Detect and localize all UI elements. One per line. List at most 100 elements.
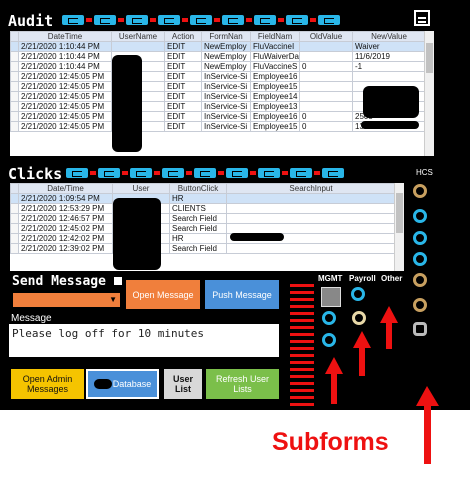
table-row[interactable]: 2/21/2020 1:10:44 PM EDIT NewEmploy FluWaiv… <box>10 51 426 62</box>
table-cell[interactable]: InService-Si <box>201 101 251 112</box>
table-cell[interactable]: InService-Si <box>201 91 251 102</box>
audit-column-header[interactable]: Action <box>164 31 202 42</box>
table-cell[interactable] <box>299 51 353 62</box>
hcs-ring-4[interactable] <box>413 252 427 266</box>
table-cell[interactable]: Search Field <box>169 223 227 234</box>
table-row[interactable]: 2/21/2020 12:53:29 PM CLIENTS <box>10 203 396 214</box>
table-cell[interactable]: 2/21/2020 12:45:02 PM <box>18 223 113 234</box>
row-selector[interactable] <box>10 91 19 102</box>
database-button[interactable]: Database <box>86 369 159 399</box>
table-cell[interactable]: Employee15 <box>250 81 300 92</box>
audit-column-header[interactable]: NewValue <box>352 31 426 42</box>
row-selector[interactable] <box>10 233 19 244</box>
table-cell[interactable]: 2/21/2020 12:46:57 PM <box>18 213 113 224</box>
table-cell[interactable]: Employee16 <box>250 111 300 122</box>
row-selector[interactable] <box>10 61 19 72</box>
table-cell[interactable]: -1 <box>352 61 426 72</box>
table-cell[interactable]: NewEmploy <box>201 51 251 62</box>
table-cell[interactable]: Employee16 <box>250 71 300 82</box>
table-cell[interactable] <box>352 71 426 82</box>
table-cell[interactable]: 2/21/2020 1:10:44 PM <box>18 51 112 62</box>
table-cell[interactable]: 2/21/2020 1:10:44 PM <box>18 61 112 72</box>
clicks-scrollbar[interactable] <box>394 183 404 271</box>
table-cell[interactable]: 2/21/2020 12:53:29 PM <box>18 203 113 214</box>
hcs-ring-6[interactable] <box>413 298 427 312</box>
user-list-button[interactable]: User List <box>164 369 202 399</box>
mgmt-avatar[interactable] <box>321 287 341 307</box>
table-cell[interactable] <box>226 203 396 214</box>
table-cell[interactable]: Employee13 <box>250 101 300 112</box>
table-cell[interactable]: EDIT <box>164 101 202 112</box>
row-selector[interactable] <box>10 223 19 234</box>
table-cell[interactable]: EDIT <box>164 121 202 132</box>
table-cell[interactable]: Employee15 <box>250 121 300 132</box>
open-message-button[interactable]: Open Message <box>126 280 200 309</box>
table-row[interactable]: 2/21/2020 12:42:02 PM HR <box>10 233 396 244</box>
row-selector[interactable] <box>10 243 19 254</box>
table-cell[interactable]: 2/21/2020 12:45:05 PM <box>18 111 112 122</box>
mgmt-ring-2[interactable] <box>322 311 336 325</box>
table-row[interactable]: 2/21/2020 1:10:44 PM EDIT NewEmploy FluVacc… <box>10 61 426 72</box>
table-cell[interactable]: InService-Si <box>201 71 251 82</box>
table-cell[interactable]: Search Field <box>169 243 227 254</box>
table-cell[interactable] <box>299 71 353 82</box>
table-cell[interactable]: 2/21/2020 12:45:05 PM <box>18 71 112 82</box>
clicks-column-header[interactable]: User <box>112 183 170 194</box>
window-icon[interactable] <box>414 10 430 26</box>
clicks-column-header[interactable]: Date/Time <box>18 183 113 194</box>
message-input[interactable]: Please log off for 10 minutes <box>9 324 279 357</box>
audit-column-header[interactable]: OldValue <box>299 31 353 42</box>
table-cell[interactable] <box>299 81 353 92</box>
table-cell[interactable] <box>226 223 396 234</box>
row-selector[interactable] <box>10 121 19 132</box>
table-cell[interactable]: 2/21/2020 1:10:44 PM <box>18 41 112 52</box>
audit-column-header[interactable]: FieldNam <box>250 31 300 42</box>
push-message-button[interactable]: Push Message <box>205 280 279 309</box>
table-cell[interactable]: 2/21/2020 12:45:05 PM <box>18 81 112 92</box>
open-admin-messages-button[interactable]: Open Admin Messages <box>11 369 84 399</box>
table-cell[interactable]: 2/21/2020 12:42:02 PM <box>18 233 113 244</box>
table-cell[interactable]: InService-Si <box>201 121 251 132</box>
table-cell[interactable]: 0 <box>299 111 353 122</box>
table-cell[interactable] <box>299 91 353 102</box>
table-cell[interactable] <box>299 41 353 52</box>
row-selector[interactable] <box>10 71 19 82</box>
table-cell[interactable] <box>111 41 165 52</box>
table-cell[interactable]: HR <box>169 193 227 204</box>
audit-column-header[interactable]: DateTime <box>18 31 112 42</box>
table-cell[interactable]: Employee14 <box>250 91 300 102</box>
row-selector[interactable] <box>10 41 19 52</box>
payroll-ring-2[interactable] <box>352 311 366 325</box>
row-selector[interactable] <box>10 81 19 92</box>
payroll-ring-1[interactable] <box>351 287 365 301</box>
table-cell[interactable] <box>226 213 396 224</box>
table-cell[interactable]: FluWaiverDa <box>250 51 300 62</box>
row-selector[interactable] <box>10 193 19 204</box>
table-cell[interactable]: EDIT <box>164 91 202 102</box>
table-cell[interactable]: 11/6/2019 <box>352 51 426 62</box>
table-cell[interactable]: FluVaccineI <box>250 41 300 52</box>
table-cell[interactable]: 0 <box>299 121 353 132</box>
table-cell[interactable]: CLIENTS <box>169 203 227 214</box>
table-cell[interactable]: EDIT <box>164 41 202 52</box>
table-row[interactable]: 2/21/2020 12:39:02 PM Search Field <box>10 243 396 254</box>
hcs-ring-3[interactable] <box>413 231 427 245</box>
clicks-column-header[interactable]: SearchInput <box>226 183 396 194</box>
table-cell[interactable]: EDIT <box>164 111 202 122</box>
clicks-grid[interactable]: Date/Time User ButtonClick SearchInput 2/21… <box>10 183 404 271</box>
table-cell[interactable]: Waiver <box>352 41 426 52</box>
table-cell[interactable]: 2/21/2020 12:45:05 PM <box>18 121 112 132</box>
table-cell[interactable] <box>226 243 396 254</box>
table-cell[interactable]: EDIT <box>164 81 202 92</box>
table-row[interactable]: 2/21/2020 12:45:02 PM Search Field <box>10 223 396 234</box>
table-cell[interactable]: Search Field <box>169 213 227 224</box>
hcs-ring-2[interactable] <box>413 209 427 223</box>
table-cell[interactable]: NewEmploy <box>201 41 251 52</box>
table-cell[interactable]: EDIT <box>164 51 202 62</box>
table-row[interactable]: 2/21/2020 12:46:57 PM Search Field <box>10 213 396 224</box>
user-select[interactable]: ▼ <box>13 293 120 307</box>
audit-scrollbar[interactable] <box>424 31 434 156</box>
row-selector[interactable] <box>10 111 19 122</box>
table-cell[interactable]: 2/21/2020 12:39:02 PM <box>18 243 113 254</box>
clicks-column-header[interactable]: ButtonClick <box>169 183 227 194</box>
